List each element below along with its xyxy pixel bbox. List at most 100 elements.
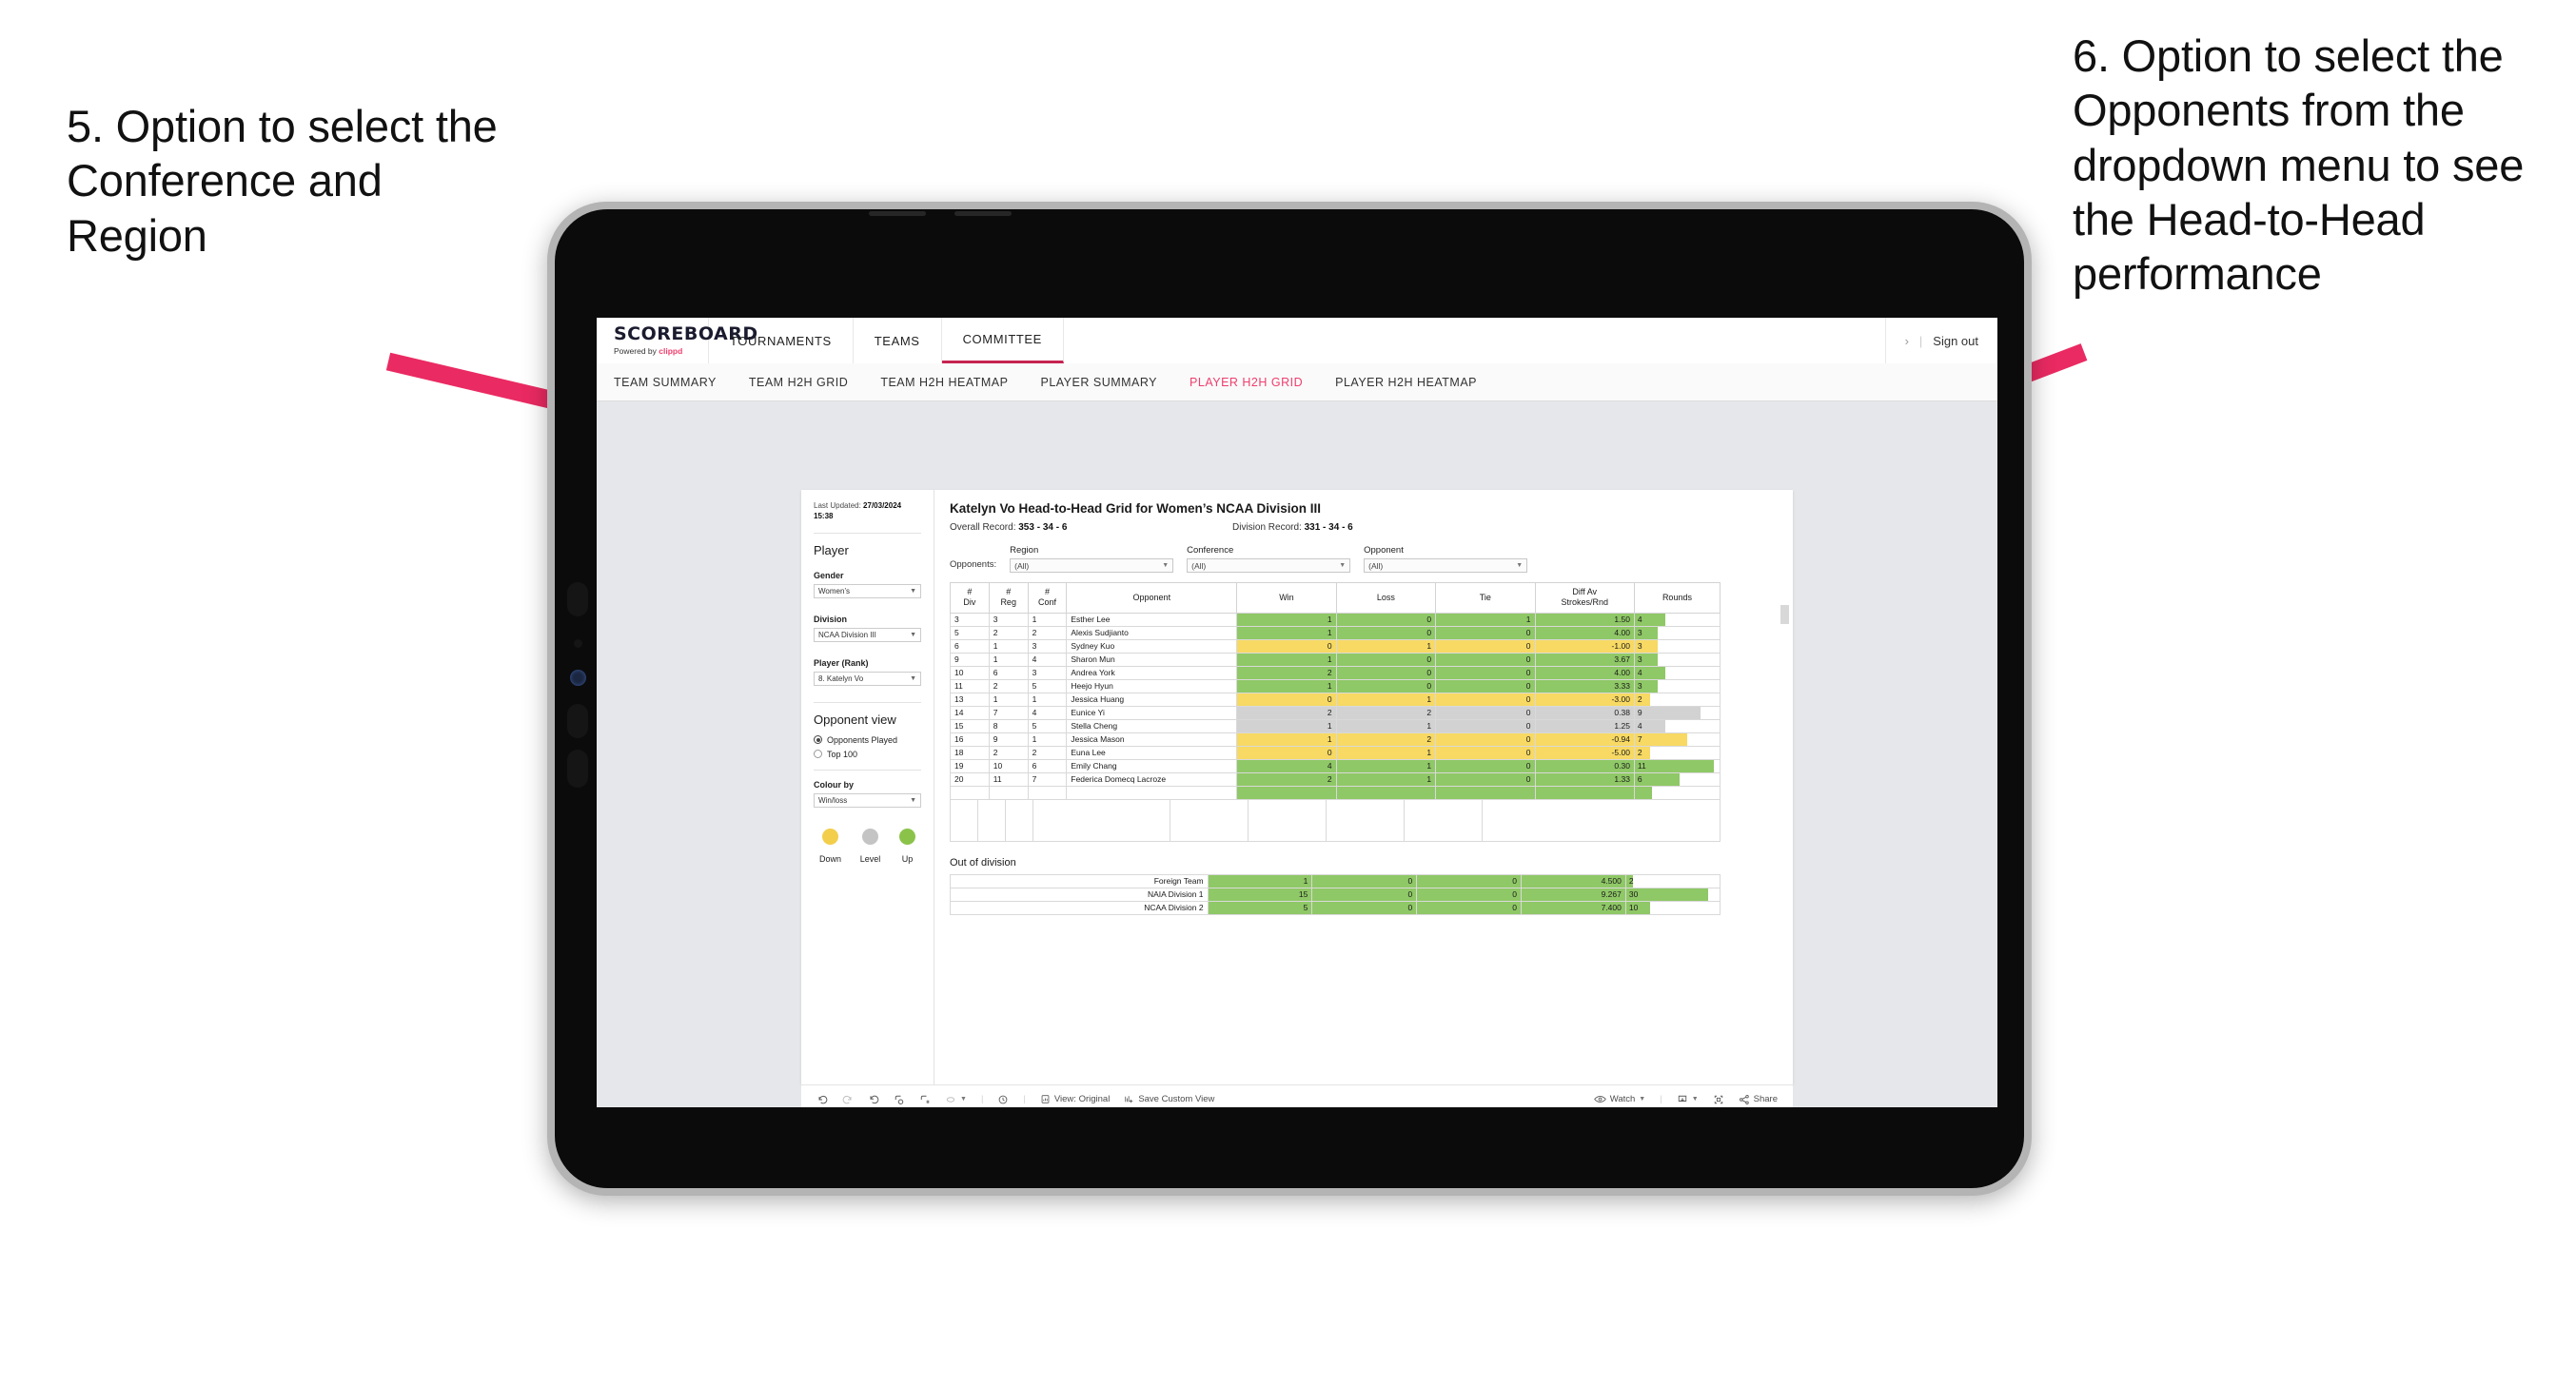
cell-opponent: Jessica Huang [1066,692,1238,707]
cell-rounds: 3 [1633,678,1721,693]
share-button[interactable]: Share [1739,1094,1793,1105]
topnav-item-committee[interactable]: COMMITTEE [941,318,1064,363]
region-select[interactable]: (All) ▼ [1010,558,1174,573]
brand-clippd-name: clippd [659,346,683,356]
table-row[interactable]: 10 6 3 Andrea York 2 0 0 4.00 4 [950,665,1721,680]
cell-rounds: 2 [1633,745,1721,760]
subnav-item-team-h2h-grid[interactable]: TEAM H2H GRID [749,376,848,389]
colour-by-value: Win/loss [818,795,848,805]
cell-tie: 0 [1435,678,1536,693]
out-of-division-table: Foreign Team 1 0 0 4.500 2 NAIA Division 1 15 0 0… [950,873,1721,915]
cell-diff: 1.50 [1534,612,1635,627]
division-select[interactable]: NCAA Division III ▼ [814,627,921,642]
grid-scrollbar[interactable] [1780,605,1789,624]
table-row[interactable]: 11 2 5 Heejo Hyun 1 0 0 3.33 3 [950,678,1721,693]
undo-icon[interactable] [816,1094,828,1105]
view-original-button[interactable]: View: Original [1040,1094,1110,1104]
cell-diff: 4.00 [1534,625,1635,640]
cell-div: 18 [950,745,990,760]
redo-icon[interactable] [842,1094,854,1105]
table-row[interactable]: 15 8 5 Stella Cheng 1 1 0 1.25 4 [950,718,1721,733]
record-row: Overall Record: 353 - 34 - 6 Division Re… [950,522,1778,533]
ood-table-row[interactable]: NAIA Division 1 15 0 0 9.267 30 [950,887,1721,902]
speaker-grille-icon-3 [567,750,588,788]
subnav-item-team-summary[interactable]: TEAM SUMMARY [614,376,717,389]
table-row-clipped[interactable] [950,785,1721,800]
chevron-down-icon: ▼ [1639,1096,1646,1103]
cell-rounds: 2 [1633,692,1721,707]
radio-opponents-played[interactable]: Opponents Played [814,735,921,745]
cell-conf: 1 [1027,612,1068,627]
gender-select[interactable]: Women’s ▼ [814,583,921,598]
cell-div: 19 [950,758,990,773]
colour-by-select[interactable]: Win/loss ▼ [814,792,921,808]
revert-icon[interactable] [868,1094,879,1105]
topnav-item-tournaments[interactable]: TOURNAMENTS [709,318,854,363]
ood-table-row[interactable]: Foreign Team 1 0 0 4.500 2 [950,873,1721,888]
ood-cell-tie: 0 [1416,873,1523,888]
table-row[interactable]: 13 1 1 Jessica Huang 0 1 0 -3.00 2 [950,692,1721,707]
division-value: NCAA Division III [818,630,876,639]
table-row[interactable]: 20 11 7 Federica Domecq Lacroze 2 1 0 1.33 6 [950,771,1721,787]
view-original-label: View: Original [1053,1094,1111,1104]
subnav-item-player-h2h-grid[interactable]: PLAYER H2H GRID [1190,376,1303,389]
cell-reg: 3 [988,612,1029,627]
cell-opponent: Sydney Kuo [1066,638,1238,654]
legend-label-down: Down [819,853,842,864]
col-win: Win [1236,582,1337,614]
save-custom-view-label: Save Custom View [1138,1094,1215,1104]
ood-cell-loss: 0 [1311,900,1418,915]
viz-toolbar: ▼ | | View: Original Save Custom View Wa… [801,1084,1793,1107]
col-diff-l1: Diff Av [1572,587,1598,596]
table-row[interactable]: 14 7 4 Eunice Yi 2 2 0 0.38 9 [950,705,1721,720]
subnav-item-team-h2h-heatmap[interactable]: TEAM H2H HEATMAP [880,376,1008,389]
ood-table-row[interactable]: NCAA Division 2 5 0 0 7.400 10 [950,900,1721,915]
cell-loss: 0 [1335,612,1437,627]
table-row[interactable]: 9 1 4 Sharon Mun 1 0 0 3.67 3 [950,652,1721,667]
table-row[interactable]: 3 3 1 Esther Lee 1 0 1 1.50 4 [950,612,1721,627]
table-row[interactable]: 6 1 3 Sydney Kuo 0 1 0 -1.00 3 [950,638,1721,654]
conference-select[interactable]: (All) ▼ [1187,558,1351,573]
cell-diff: 3.33 [1534,678,1635,693]
cell-reg: 2 [988,678,1029,693]
save-custom-view-button[interactable]: Save Custom View [1124,1094,1214,1104]
col-reg-l2: Reg [1000,597,1016,608]
subnav-item-player-summary[interactable]: PLAYER SUMMARY [1040,376,1157,389]
cell-div: 14 [950,705,990,720]
table-row[interactable]: 18 2 2 Euna Lee 0 1 0 -5.00 2 [950,745,1721,760]
opponent-select[interactable]: (All) ▼ [1364,558,1528,573]
ood-cell-tie: 0 [1416,887,1523,902]
highlight-icon[interactable]: ▼ [945,1094,967,1105]
download-button[interactable]: ▼ [1677,1094,1699,1105]
radio-top-100[interactable]: Top 100 [814,750,921,759]
watch-button[interactable]: Watch ▼ [1593,1094,1646,1104]
chevron-down-icon: ▼ [910,674,916,682]
topnav-item-teams[interactable]: TEAMS [854,318,942,363]
cell-opponent: Stella Cheng [1066,718,1238,733]
cell-opponent: Euna Lee [1066,745,1238,760]
refresh-data-icon[interactable] [894,1094,905,1105]
chevron-down-icon: ▼ [1339,562,1347,569]
table-row[interactable]: 19 10 6 Emily Chang 4 1 0 0.30 11 [950,758,1721,773]
table-row[interactable]: 16 9 1 Jessica Mason 1 2 0 -0.94 7 [950,732,1721,747]
table-row[interactable]: 5 2 2 Alexis Sudjianto 1 0 0 4.00 3 [950,625,1721,640]
cell-rounds: 6 [1633,771,1721,787]
chevron-right-icon[interactable]: › [1905,334,1909,348]
cell-conf: 4 [1027,705,1068,720]
speaker-grille-icon-2 [567,704,588,738]
fullscreen-icon[interactable] [1713,1094,1724,1105]
sign-out-button[interactable]: Sign out [1933,334,1978,348]
pause-icon[interactable] [919,1094,931,1105]
chevron-down-icon: ▼ [910,796,916,804]
cell-win: 1 [1236,678,1337,693]
subnav-item-player-h2h-heatmap[interactable]: PLAYER H2H HEATMAP [1335,376,1477,389]
out-of-division-body: Foreign Team 1 0 0 4.500 2 NAIA Division 1 15 0 0… [950,873,1721,915]
cell-loss: 2 [1335,732,1437,747]
last-updated-text: Last Updated: 27/03/2024 15:38 [814,501,921,522]
brand-logo[interactable]: SCOREBOARD Powered by clippd [597,318,757,363]
region-value: (All) [1014,560,1030,571]
player-rank-select[interactable]: 8. Katelyn Vo ▼ [814,671,921,686]
radio-selected-icon [814,735,822,745]
clock-icon[interactable] [997,1094,1009,1105]
cell-diff: -5.00 [1534,745,1635,760]
